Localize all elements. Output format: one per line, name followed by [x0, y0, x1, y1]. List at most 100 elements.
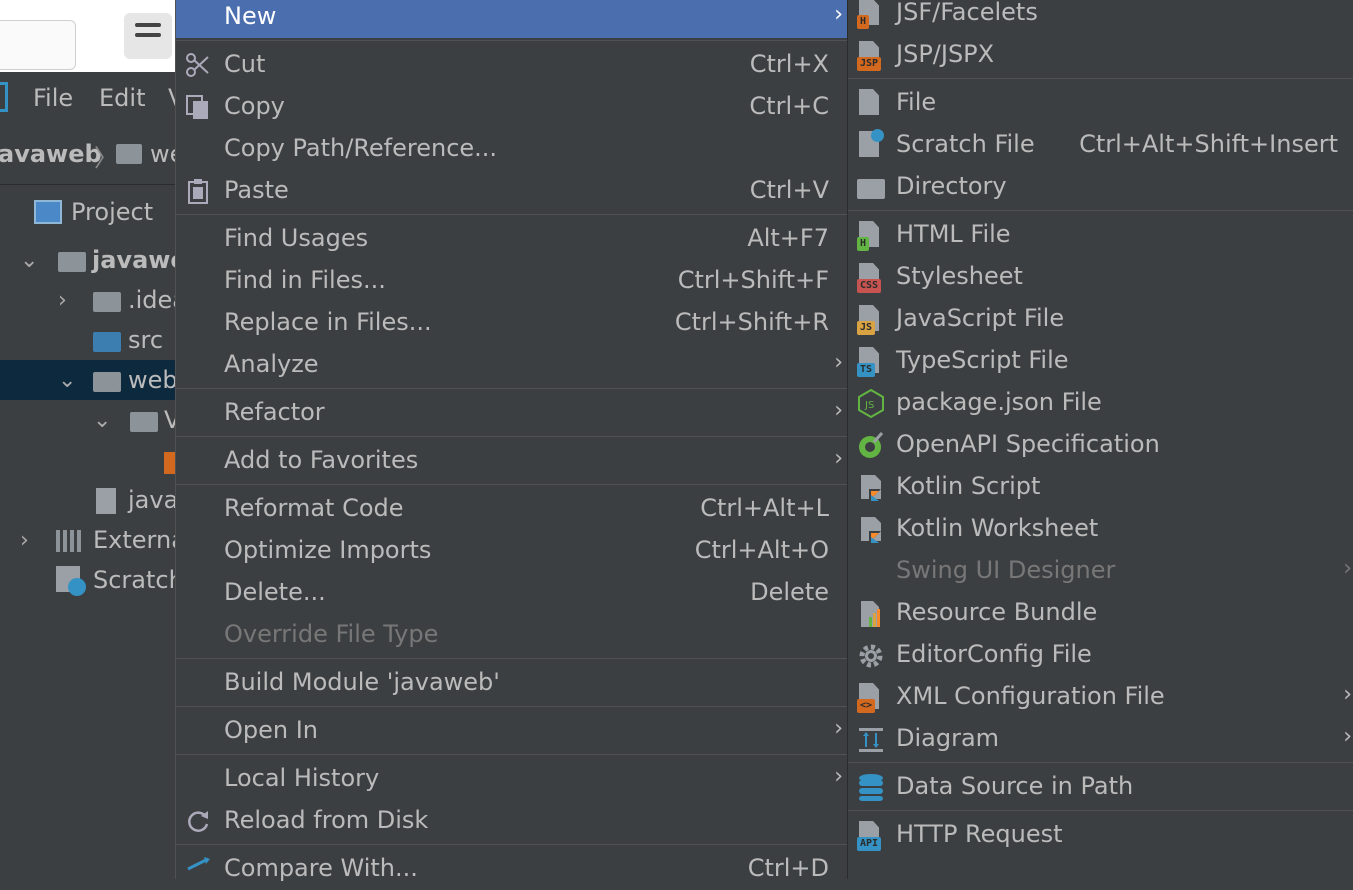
menu-item-compare-with[interactable]: Compare With... Ctrl+D	[176, 848, 847, 890]
new-item-file[interactable]: File	[848, 82, 1353, 124]
new-item-html-file[interactable]: H HTML File	[848, 214, 1353, 256]
tree-row[interactable]	[0, 440, 176, 480]
chevron-right-icon[interactable]: ›	[58, 288, 67, 313]
chevron-down-icon[interactable]: ⌄	[58, 368, 76, 393]
menu-item-label: Copy	[224, 92, 285, 120]
menu-item-label: Reload from Disk	[224, 806, 429, 834]
new-item-kotlin-script[interactable]: Kotlin Script	[848, 466, 1353, 508]
menu-item-local-history[interactable]: Local History ›	[176, 758, 847, 800]
new-item-xml-configuration-file[interactable]: <> XML Configuration File ›	[848, 676, 1353, 718]
libraries-icon	[56, 530, 84, 552]
menu-item-replace-in-files[interactable]: Replace in Files... Ctrl+Shift+R	[176, 302, 847, 344]
new-item-http-request[interactable]: API HTTP Request	[848, 814, 1353, 856]
new-item-resource-bundle[interactable]: Resource Bundle	[848, 592, 1353, 634]
menu-item-reload-from-disk[interactable]: Reload from Disk	[176, 800, 847, 842]
chevron-down-icon[interactable]: ⌄	[93, 408, 111, 433]
menu-item-cut[interactable]: Cut Ctrl+X	[176, 44, 847, 86]
database-icon	[857, 771, 885, 803]
chevron-right-icon[interactable]: ›	[20, 528, 29, 553]
menu-item-refactor[interactable]: Refactor ›	[176, 392, 847, 434]
menu-separator	[176, 484, 847, 485]
menu-separator	[176, 40, 847, 41]
menu-separator	[176, 388, 847, 389]
menu-item-label: Refactor	[224, 398, 325, 426]
tree-label: web	[128, 366, 176, 394]
menu-item-build-module[interactable]: Build Module 'javaweb'	[176, 662, 847, 704]
tree-label: .idea	[128, 286, 176, 314]
new-item-data-source-in-path[interactable]: Data Source in Path	[848, 766, 1353, 808]
new-item-javascript-file[interactable]: JS JavaScript File	[848, 298, 1353, 340]
submenu-item-label: Stylesheet	[896, 262, 1023, 290]
menu-item-copy[interactable]: Copy Ctrl+C	[176, 86, 847, 128]
menu-separator	[176, 706, 847, 707]
new-item-jsp-jspx[interactable]: JSP JSP/JSPX	[848, 34, 1353, 76]
submenu-item-label: Scratch File	[896, 130, 1035, 158]
project-title[interactable]: Project	[71, 198, 153, 226]
kotlin-icon	[857, 513, 885, 545]
submenu-item-label: Directory	[896, 172, 1007, 200]
nodejs-icon: JS	[857, 387, 885, 419]
new-item-editorconfig-file[interactable]: EditorConfig File	[848, 634, 1353, 676]
kotlin-icon	[857, 471, 885, 503]
html-file-icon: H	[857, 219, 885, 251]
tree-row[interactable]: src	[0, 320, 176, 360]
new-item-stylesheet[interactable]: CSS Stylesheet	[848, 256, 1353, 298]
chevron-down-icon[interactable]: ⌄	[20, 248, 38, 273]
submenu-item-label: OpenAPI Specification	[896, 430, 1160, 458]
tree-row[interactable]: › Externa	[0, 520, 176, 560]
submenu-item-label: TypeScript File	[896, 346, 1069, 374]
menu-item-label: Build Module 'javaweb'	[224, 668, 500, 696]
module-folder-icon	[58, 252, 86, 272]
menu-item-shortcut: Ctrl+D	[747, 854, 829, 882]
menu-item-reformat-code[interactable]: Reformat Code Ctrl+Alt+L	[176, 488, 847, 530]
new-item-openapi-spec[interactable]: OpenAPI Specification	[848, 424, 1353, 466]
scissors-icon	[184, 51, 212, 79]
project-icon	[34, 200, 62, 224]
menu-item-label: Find Usages	[224, 224, 369, 252]
toolbar-field[interactable]	[0, 20, 76, 70]
tree-label: Externa	[93, 526, 176, 554]
openapi-icon	[857, 429, 885, 461]
new-item-typescript-file[interactable]: TS TypeScript File	[848, 340, 1353, 382]
submenu-item-label: Swing UI Designer	[896, 556, 1116, 584]
new-item-package-json[interactable]: JS package.json File	[848, 382, 1353, 424]
new-item-kotlin-worksheet[interactable]: Kotlin Worksheet	[848, 508, 1353, 550]
tree-row[interactable]: Scratch	[0, 560, 176, 600]
new-item-jsf-facelets[interactable]: H JSF/Facelets	[848, 0, 1353, 34]
scratch-file-icon	[857, 129, 885, 161]
tree-row-selected[interactable]: ⌄ web	[0, 360, 176, 400]
menu-item-open-in[interactable]: Open In ›	[176, 710, 847, 752]
menu-item-paste[interactable]: Paste Ctrl+V	[176, 170, 847, 212]
menu-item-optimize-imports[interactable]: Optimize Imports Ctrl+Alt+O	[176, 530, 847, 572]
menu-item-new[interactable]: New ›	[176, 0, 847, 38]
menu-item-find-in-files[interactable]: Find in Files... Ctrl+Shift+F	[176, 260, 847, 302]
breadcrumb-project[interactable]: avaweb	[0, 140, 102, 168]
tree-row[interactable]: ⌄ javawe	[0, 240, 176, 280]
tree-row[interactable]: java	[0, 480, 176, 520]
hamburger-menu-icon[interactable]	[124, 13, 172, 59]
menu-file[interactable]: File	[33, 84, 73, 112]
folder-icon	[93, 292, 121, 312]
menu-item-delete[interactable]: Delete... Delete	[176, 572, 847, 614]
tree-row[interactable]: › .idea	[0, 280, 176, 320]
menu-item-label: Compare With...	[224, 854, 418, 882]
diagram-icon	[857, 723, 885, 755]
file-icon	[96, 488, 116, 514]
tree-row[interactable]: ⌄ V	[0, 400, 176, 440]
new-item-diagram[interactable]: Diagram ›	[848, 718, 1353, 760]
submenu-item-label: File	[896, 88, 937, 116]
menu-item-shortcut: Delete	[750, 578, 829, 606]
menu-edit[interactable]: Edit	[99, 84, 145, 112]
menu-item-label: Override File Type	[224, 620, 439, 648]
menu-item-copy-path[interactable]: Copy Path/Reference...	[176, 128, 847, 170]
menu-item-label: New	[224, 2, 277, 30]
submenu-separator	[848, 762, 1353, 763]
menu-item-analyze[interactable]: Analyze ›	[176, 344, 847, 386]
new-item-directory[interactable]: Directory	[848, 166, 1353, 208]
menu-item-add-to-favorites[interactable]: Add to Favorites ›	[176, 440, 847, 482]
menu-item-find-usages[interactable]: Find Usages Alt+F7	[176, 218, 847, 260]
menu-item-shortcut: Ctrl+X	[749, 50, 829, 78]
menu-item-label: Cut	[224, 50, 266, 78]
new-item-scratch-file[interactable]: Scratch File Ctrl+Alt+Shift+Insert	[848, 124, 1353, 166]
menu-item-label: Add to Favorites	[224, 446, 419, 474]
